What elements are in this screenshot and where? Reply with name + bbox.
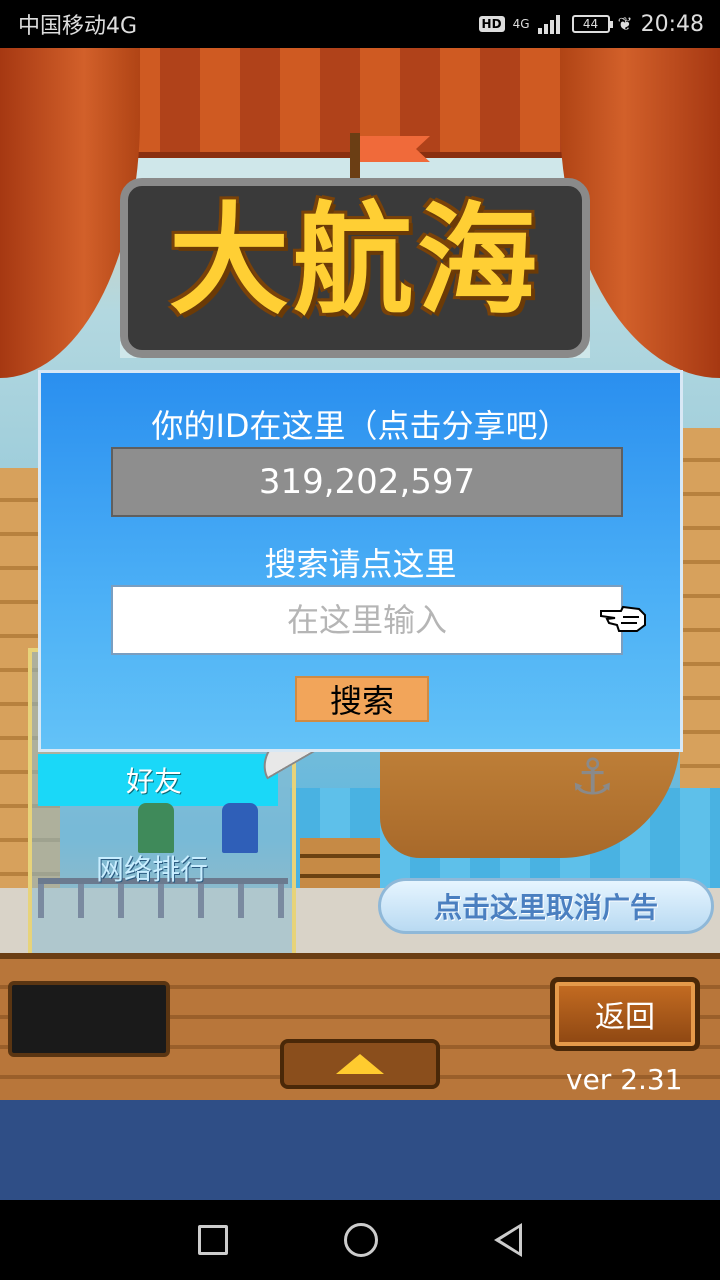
clock: 20:48: [640, 11, 704, 37]
battery-icon: 44: [571, 15, 613, 33]
navigation-bar: [0, 1200, 720, 1280]
hand-pointer-icon: [600, 605, 646, 632]
curtain-left: [0, 48, 140, 378]
character-sprite: [138, 803, 174, 853]
nav-home-icon[interactable]: [344, 1223, 378, 1257]
version-label: ver 2.31: [566, 1063, 683, 1096]
dialog-title: 你的ID在这里（点击分享吧）: [151, 407, 570, 445]
anchor-icon: ⚓: [570, 748, 615, 806]
id-search-dialog: 你的ID在这里（点击分享吧） 319,202,597 搜索请点这里 搜索: [38, 370, 683, 752]
menu-item-ranking[interactable]: 网络排行: [96, 848, 208, 888]
dock-right: [680, 428, 720, 848]
signal-icon: [537, 14, 564, 34]
user-id-share-button[interactable]: 319,202,597: [111, 447, 623, 517]
search-button[interactable]: 搜索: [295, 676, 429, 722]
back-button[interactable]: 返回: [550, 977, 700, 1051]
search-input[interactable]: [111, 585, 623, 655]
search-label: 搜索请点这里: [264, 545, 457, 583]
carrier-label: 中国移动4G: [18, 14, 138, 39]
character-sprite: [222, 803, 258, 853]
bottom-bar: 返回 ver 2.31: [0, 953, 720, 1100]
menu-item-friends[interactable]: 好友: [38, 754, 278, 806]
status-bar: 中国移动4G HD 4G 44 ❦ 20:48: [0, 0, 720, 48]
nav-back-icon[interactable]: [494, 1223, 522, 1257]
arrow-up-icon: [336, 1054, 384, 1074]
remove-ads-button[interactable]: 点击这里取消广告: [378, 878, 714, 934]
status-icons: HD 4G 44 ❦ 20:48: [478, 11, 704, 37]
expand-menu-button[interactable]: [280, 1039, 440, 1089]
game-logo: 大航海: [169, 190, 541, 331]
network-label: 4G: [512, 17, 530, 31]
hd-badge: HD: [478, 16, 505, 32]
battery-level: 44: [582, 17, 599, 31]
leaf-icon: ❦: [617, 13, 633, 35]
game-scene[interactable]: 大航海 ⚓ 开始 好友 网络排行 点击这里取消广告 返回 ver 2.31 你的…: [0, 48, 720, 1100]
nav-recent-icon[interactable]: [198, 1225, 228, 1255]
empty-slot: [8, 981, 170, 1057]
ad-banner-area: [0, 1100, 720, 1200]
